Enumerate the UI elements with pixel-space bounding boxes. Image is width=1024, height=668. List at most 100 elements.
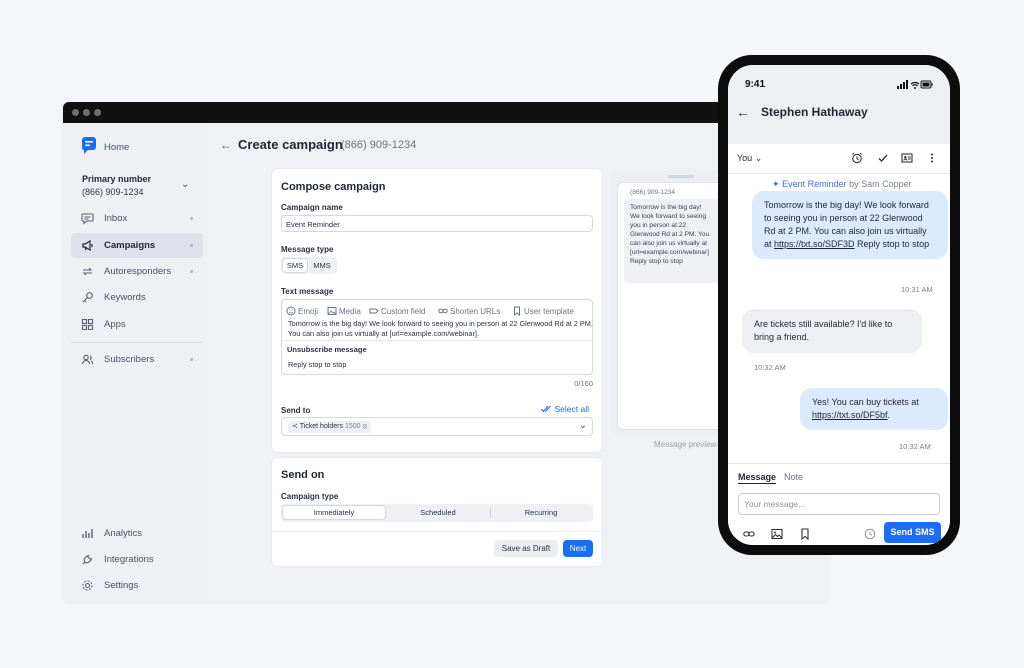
- more-vertical-icon[interactable]: [926, 152, 938, 164]
- select-all-link[interactable]: Select all: [540, 404, 589, 414]
- tag-icon: [369, 308, 379, 314]
- status-time: 9:41: [745, 79, 766, 90]
- campaign-type-toggle: Immediately Scheduled Recurring: [281, 504, 593, 522]
- tab-message[interactable]: Message: [738, 472, 777, 484]
- message-timestamp: 10:31 AM: [901, 285, 933, 294]
- message-text: Are tickets still available? I'd like to…: [754, 319, 893, 342]
- recurring-option[interactable]: Recurring: [491, 506, 591, 519]
- custom-field-label: Custom field: [381, 306, 426, 316]
- link-icon[interactable]: [743, 528, 755, 540]
- sidebar-item-apps[interactable]: Apps: [71, 312, 203, 337]
- chip-label: Ticket holders: [299, 423, 344, 430]
- message-timestamp: 10:32 AM: [899, 442, 931, 451]
- window-dot[interactable]: [94, 109, 101, 116]
- compose-title: Compose campaign: [281, 181, 386, 193]
- campaign-name-input[interactable]: Event Reminder: [281, 215, 593, 232]
- media-label: Media: [339, 306, 361, 316]
- emoji-icon: [286, 306, 296, 316]
- send-to-select[interactable]: ≺ Ticket holders 1500 ⦻ ⌄: [281, 417, 593, 436]
- primary-number-value[interactable]: (866) 909-1234: [82, 187, 144, 197]
- user-template-button[interactable]: User template: [512, 306, 574, 316]
- text-message-editor[interactable]: Emoji Media Custom field Shorten URLs Us…: [281, 299, 593, 375]
- unsubscribe-text: Reply stop to stop: [288, 360, 347, 369]
- snooze-clock-icon[interactable]: [851, 152, 863, 164]
- sidebar-item-analytics[interactable]: Analytics: [71, 521, 203, 546]
- contact-card-icon[interactable]: [901, 152, 913, 164]
- message-input[interactable]: Your message...: [738, 493, 940, 515]
- shorten-urls-button[interactable]: Shorten URLs: [438, 306, 500, 316]
- emoji-button[interactable]: Emoji: [286, 306, 318, 316]
- title-bar: [63, 102, 830, 123]
- sms-option[interactable]: SMS: [283, 259, 307, 272]
- preview-caption: Message preview: [654, 440, 717, 449]
- message-text: Tomorrow is the big day! We look forward…: [288, 319, 593, 338]
- status-icons: [897, 80, 933, 89]
- message-type-label: Message type: [281, 245, 334, 254]
- message-link[interactable]: https://txt.so/SDF3D: [774, 239, 855, 249]
- outgoing-message-bubble: Yes! You can buy tickets at https://txt.…: [800, 388, 948, 430]
- outgoing-message-bubble: Tomorrow is the big day! We look forward…: [752, 191, 948, 259]
- sidebar-item-campaigns[interactable]: Campaigns: [71, 233, 203, 258]
- sidebar-item-integrations[interactable]: Integrations: [71, 547, 203, 572]
- scheduled-option[interactable]: Scheduled: [387, 506, 489, 519]
- back-arrow-icon[interactable]: ←: [736, 104, 750, 120]
- bookmark-icon: [514, 306, 520, 316]
- recipient-chip[interactable]: ≺ Ticket holders 1500 ⦻: [288, 421, 372, 433]
- incoming-message-bubble: Are tickets still available? I'd like to…: [742, 309, 922, 353]
- sidebar-item-autoresponders[interactable]: Autoresponders: [71, 259, 203, 284]
- campaign-name-value: Event Reminder: [286, 220, 340, 229]
- dot-icon: [190, 217, 193, 220]
- app-window: Home Primary number (866) 909-1234 ⌄ Inb…: [63, 102, 830, 602]
- back-arrow-icon[interactable]: ←: [220, 138, 232, 152]
- chip-count: 1500: [344, 423, 361, 430]
- page-title: Create campaign: [238, 137, 343, 152]
- next-button[interactable]: Next: [563, 540, 593, 557]
- custom-field-button[interactable]: Custom field: [369, 306, 425, 316]
- send-on-title: Send on: [281, 469, 325, 481]
- sidebar-item-settings[interactable]: Settings: [71, 573, 203, 598]
- message-input-placeholder: Your message...: [744, 499, 806, 509]
- sidebar: Home Primary number (866) 909-1234 ⌄ Inb…: [63, 123, 208, 602]
- sidebar-item-label: Inbox: [104, 213, 128, 224]
- media-button[interactable]: Media: [327, 306, 361, 316]
- chevron-down-icon[interactable]: ⌄: [181, 179, 189, 190]
- bookmark-icon[interactable]: [799, 528, 811, 540]
- message-text: Yes! You can buy tickets at: [812, 397, 919, 407]
- shorten-urls-label: Shorten URLs: [450, 306, 501, 316]
- sender-label: You: [737, 153, 753, 163]
- sidebar-item-label: Keywords: [104, 292, 146, 303]
- sender-select[interactable]: You ⌄: [737, 153, 762, 164]
- schedule-clock-icon[interactable]: [864, 528, 876, 540]
- send-sms-button[interactable]: Send SMS: [884, 522, 941, 543]
- sidebar-item-label: Integrations: [104, 554, 154, 565]
- message-link[interactable]: https://txt.so/DF5bf: [812, 410, 888, 420]
- sidebar-item-label: Settings: [104, 580, 139, 591]
- image-icon[interactable]: [771, 528, 783, 540]
- remove-chip-icon[interactable]: ⦻: [363, 423, 368, 430]
- message-timestamp: 10:32 AM: [754, 363, 786, 372]
- save-draft-button[interactable]: Save as Draft: [494, 540, 558, 557]
- mms-option[interactable]: MMS: [309, 259, 335, 272]
- home-link[interactable]: Home: [104, 142, 129, 153]
- page-phone-number: (866) 909-1234: [341, 139, 417, 151]
- dot-icon: [190, 358, 193, 361]
- window-dot[interactable]: [83, 109, 90, 116]
- send-to-label: Send to: [281, 406, 311, 415]
- sidebar-item-keywords[interactable]: Keywords: [71, 285, 203, 310]
- campaign-tag-author: by Sam Copper: [849, 179, 912, 189]
- divider: [282, 340, 592, 341]
- brand-logo-icon[interactable]: [80, 137, 98, 155]
- apps-grid-icon: [81, 318, 94, 331]
- primary-number-label: Primary number: [82, 174, 152, 184]
- megaphone-icon: [82, 239, 93, 252]
- chevron-down-icon[interactable]: ⌄: [579, 420, 587, 431]
- check-icon[interactable]: [877, 152, 889, 164]
- sidebar-item-inbox[interactable]: Inbox: [71, 206, 203, 231]
- tab-note[interactable]: Note: [784, 472, 803, 482]
- plug-icon: [82, 554, 93, 565]
- sidebar-item-subscribers[interactable]: Subscribers: [71, 347, 203, 372]
- campaign-tag-name[interactable]: Event Reminder: [782, 179, 847, 189]
- campaign-tag: ✦ Event Reminder by Sam Copper: [772, 179, 912, 190]
- immediately-option[interactable]: Immediately: [283, 506, 385, 519]
- window-dot[interactable]: [72, 109, 79, 116]
